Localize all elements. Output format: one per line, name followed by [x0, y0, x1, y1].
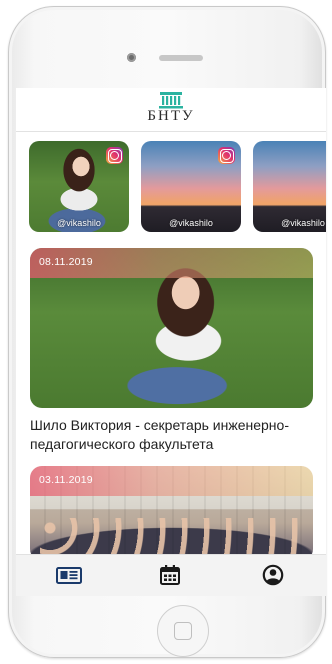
story-item[interactable]: @vikashilo — [29, 141, 129, 232]
speaker-grille — [159, 55, 203, 61]
instagram-icon — [106, 147, 123, 164]
news-title: Шило Виктория - секретарь инженерно-педа… — [30, 417, 289, 452]
news-date: 08.11.2019 — [39, 256, 93, 268]
story-item[interactable]: @vikashilo — [141, 141, 241, 232]
group-photo-people — [40, 518, 303, 558]
nav-tab-profile[interactable] — [262, 564, 286, 586]
university-logo-icon — [159, 92, 183, 109]
news-card[interactable]: 03.11.2019 — [30, 466, 313, 561]
calendar-icon — [160, 565, 180, 585]
nav-tab-calendar[interactable] — [159, 564, 183, 586]
news-photo: 03.11.2019 — [30, 466, 313, 561]
news-icon — [56, 567, 82, 584]
instagram-icon — [218, 147, 235, 164]
app-brand-title: БНТУ — [147, 108, 195, 124]
story-username: @vikashilo — [281, 218, 325, 228]
news-date: 03.11.2019 — [39, 474, 93, 486]
bottom-navigation — [16, 554, 326, 596]
camera-icon — [127, 53, 136, 62]
app-screen: БНТУ @vikashilo @vikashilo @vikashilo 08… — [16, 88, 326, 596]
nav-tab-news[interactable] — [56, 564, 82, 586]
story-item[interactable]: @vikashilo — [253, 141, 326, 232]
news-card[interactable]: 08.11.2019 Шило Виктория - секретарь инж… — [30, 248, 313, 454]
story-username: @vikashilo — [169, 218, 213, 228]
news-photo: 08.11.2019 — [30, 248, 313, 408]
story-username: @vikashilo — [57, 218, 101, 228]
home-square-icon — [174, 622, 192, 640]
app-header: БНТУ — [16, 88, 326, 132]
profile-icon — [262, 564, 284, 586]
